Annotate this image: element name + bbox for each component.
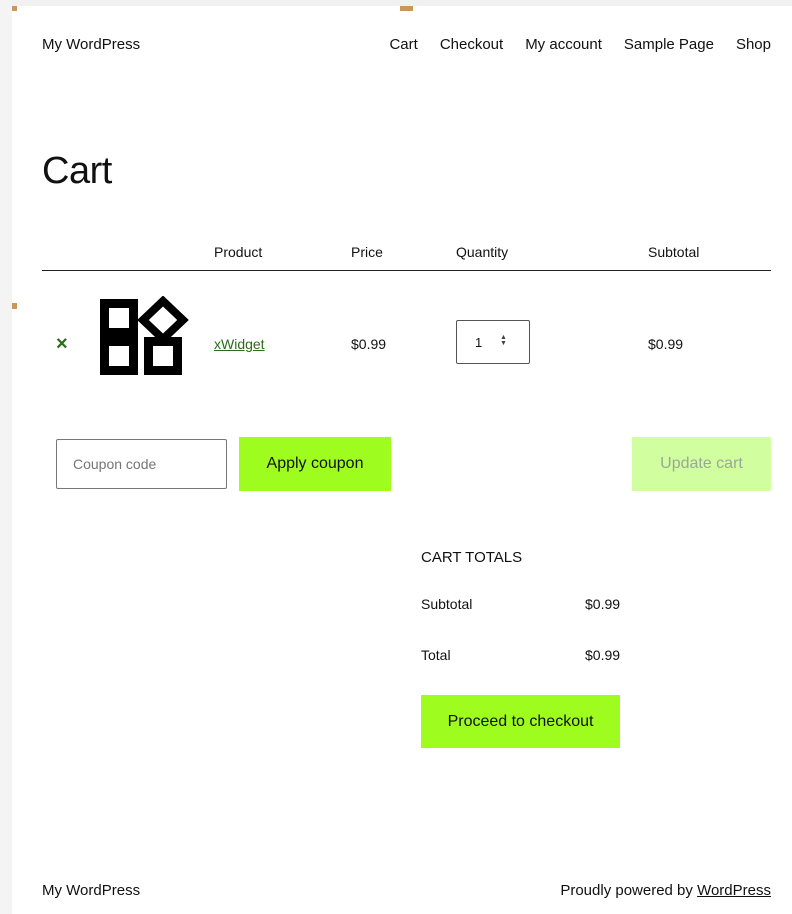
wordpress-link[interactable]: WordPress bbox=[697, 882, 771, 899]
nav-item-sample-page[interactable]: Sample Page bbox=[624, 36, 714, 53]
cart-item-row: × xWidget $0.99 1 ▲ ▼ $0.99 bbox=[42, 296, 771, 396]
footer-credit: Proudly powered by WordPress bbox=[560, 882, 771, 899]
item-subtotal: $0.99 bbox=[648, 336, 684, 352]
main-nav: Cart Checkout My account Sample Page Sho… bbox=[389, 36, 771, 53]
update-cart-button[interactable]: Update cart bbox=[632, 437, 771, 491]
nav-item-my-account[interactable]: My account bbox=[525, 36, 602, 53]
apply-coupon-button[interactable]: Apply coupon bbox=[239, 437, 391, 491]
cart-totals-heading: CART TOTALS bbox=[421, 549, 523, 566]
column-header-product: Product bbox=[214, 244, 263, 260]
quantity-stepper[interactable]: 1 ▲ ▼ bbox=[456, 320, 530, 364]
nav-item-checkout[interactable]: Checkout bbox=[440, 36, 503, 53]
proceed-to-checkout-button[interactable]: Proceed to checkout bbox=[421, 695, 620, 748]
totals-total-label: Total bbox=[421, 647, 451, 663]
product-link[interactable]: xWidget bbox=[214, 336, 265, 352]
totals-subtotal-label: Subtotal bbox=[421, 596, 473, 612]
quantity-value: 1 bbox=[475, 335, 483, 350]
nav-item-cart[interactable]: Cart bbox=[389, 36, 417, 53]
column-header-subtotal: Subtotal bbox=[648, 244, 700, 260]
totals-total-value: $0.99 bbox=[585, 647, 621, 663]
decorative-dot bbox=[12, 6, 17, 11]
item-price: $0.99 bbox=[351, 336, 387, 352]
coupon-code-input[interactable] bbox=[56, 439, 227, 489]
stepper-arrows-icon[interactable]: ▲ ▼ bbox=[500, 334, 507, 347]
left-edge-strip bbox=[0, 0, 12, 914]
product-thumbnail-icon[interactable] bbox=[100, 296, 190, 386]
totals-subtotal-value: $0.99 bbox=[585, 596, 621, 612]
column-header-quantity: Quantity bbox=[456, 244, 509, 260]
remove-item-button[interactable]: × bbox=[56, 334, 68, 354]
decorative-dot bbox=[400, 6, 413, 11]
decorative-dot bbox=[12, 303, 17, 309]
footer-site-title[interactable]: My WordPress bbox=[42, 882, 140, 899]
footer-credit-text: Proudly powered by bbox=[560, 882, 698, 899]
cart-table-header: Product Price Quantity Subtotal bbox=[42, 244, 771, 271]
column-header-price: Price bbox=[351, 244, 383, 260]
page-title: Cart bbox=[42, 150, 112, 192]
nav-item-shop[interactable]: Shop bbox=[736, 36, 771, 53]
site-title[interactable]: My WordPress bbox=[42, 36, 140, 53]
